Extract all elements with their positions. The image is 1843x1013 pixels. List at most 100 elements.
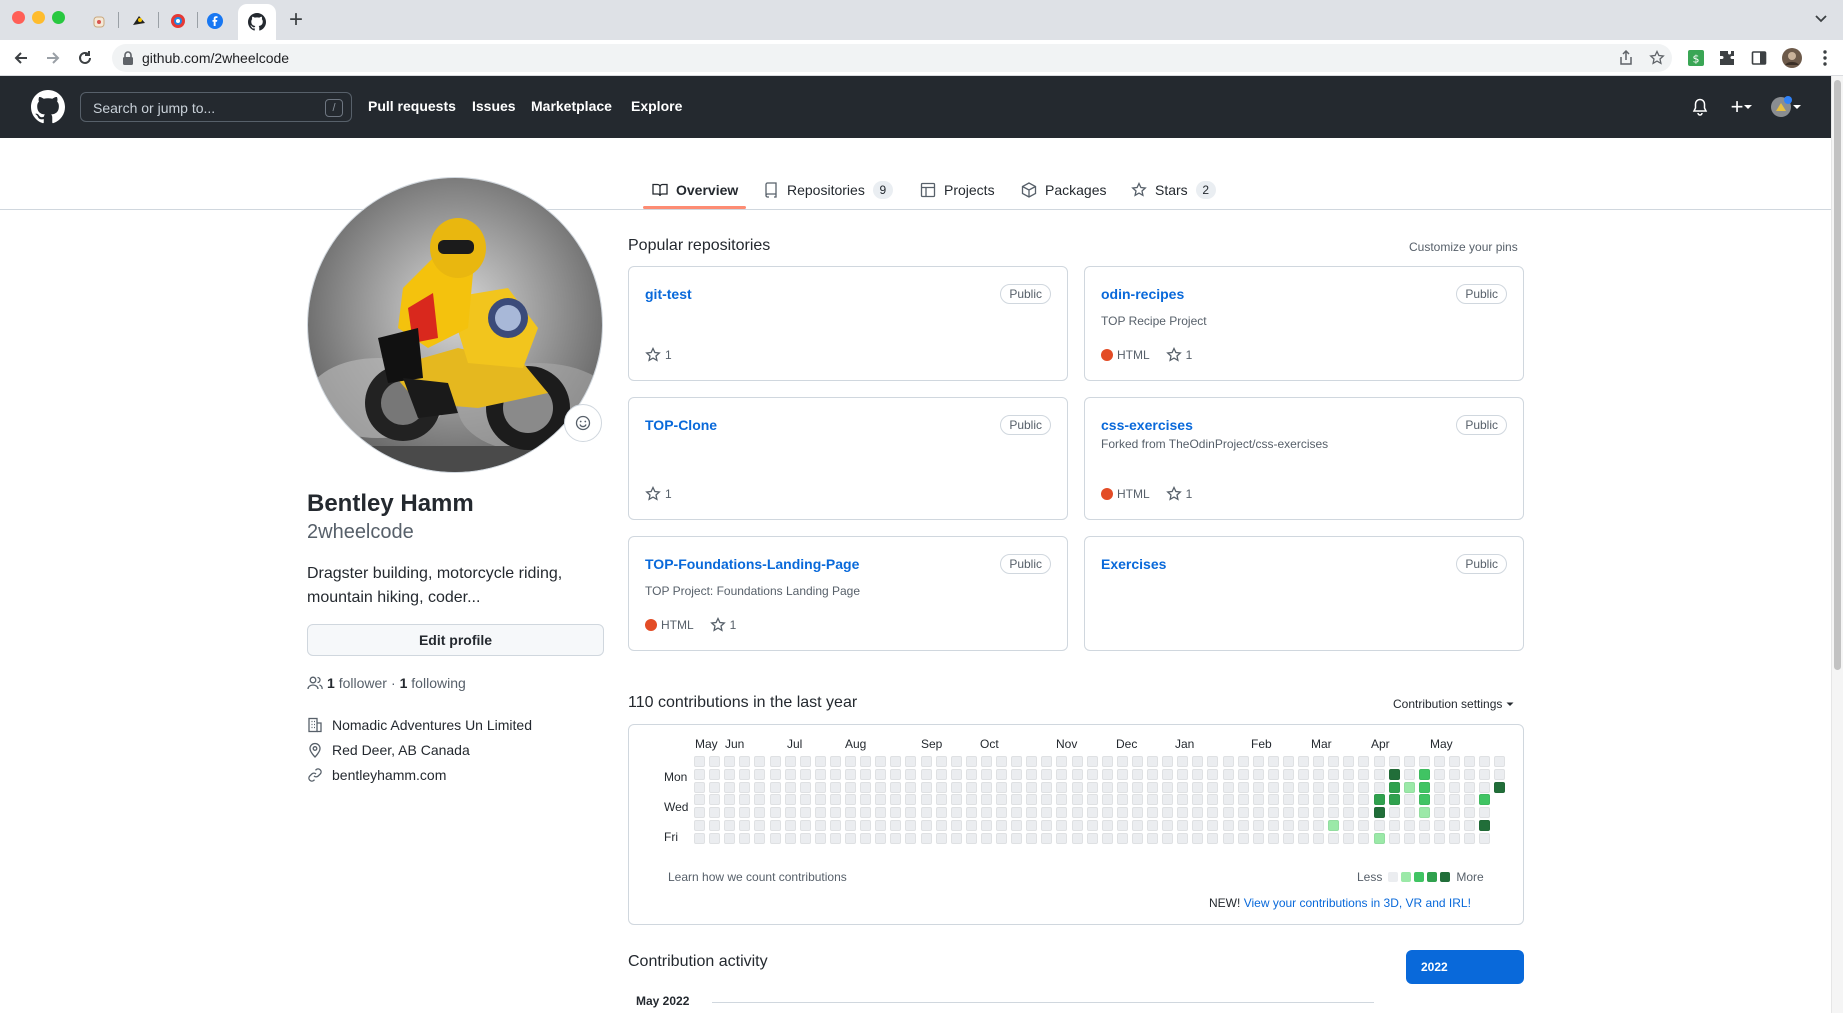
contribution-day-cell[interactable]: [1026, 833, 1037, 844]
contribution-day-cell[interactable]: [815, 769, 826, 780]
back-button[interactable]: [10, 47, 32, 69]
contribution-day-cell[interactable]: [845, 820, 856, 831]
contribution-day-cell[interactable]: [1072, 833, 1083, 844]
contribution-day-cell[interactable]: [1404, 807, 1415, 818]
contribution-day-cell[interactable]: [1449, 782, 1460, 793]
followers-link[interactable]: 1 follower: [327, 675, 387, 691]
contribution-day-cell[interactable]: [1298, 782, 1309, 793]
repo-name-link[interactable]: git-test: [645, 286, 692, 302]
contribution-day-cell[interactable]: [890, 794, 901, 805]
contribution-day-cell[interactable]: [1192, 833, 1203, 844]
contribution-day-cell[interactable]: [845, 794, 856, 805]
contribution-day-cell[interactable]: [1102, 807, 1113, 818]
contribution-day-cell[interactable]: [1162, 820, 1173, 831]
contribution-day-cell[interactable]: [1343, 794, 1354, 805]
contribution-day-cell[interactable]: [1102, 820, 1113, 831]
contribution-day-cell[interactable]: [1026, 782, 1037, 793]
contribution-day-cell[interactable]: [1087, 794, 1098, 805]
contribution-day-cell[interactable]: [1268, 769, 1279, 780]
contribution-day-cell[interactable]: [1026, 756, 1037, 767]
contribution-day-cell[interactable]: [1207, 794, 1218, 805]
contribution-day-cell[interactable]: [875, 782, 886, 793]
contribution-day-cell[interactable]: [996, 820, 1007, 831]
contribution-day-cell[interactable]: [966, 807, 977, 818]
contribution-day-cell[interactable]: [1358, 782, 1369, 793]
contribution-day-cell[interactable]: [1298, 807, 1309, 818]
minimize-window-button[interactable]: [32, 11, 45, 24]
contribution-day-cell[interactable]: [1358, 807, 1369, 818]
contribution-day-cell[interactable]: [1177, 807, 1188, 818]
contribution-day-cell[interactable]: [1162, 782, 1173, 793]
contribution-day-cell[interactable]: [936, 794, 947, 805]
contribution-day-cell[interactable]: [1494, 769, 1505, 780]
contribution-day-cell[interactable]: [1419, 782, 1430, 793]
contribution-day-cell[interactable]: [1026, 820, 1037, 831]
contribution-day-cell[interactable]: [1011, 769, 1022, 780]
contribution-day-cell[interactable]: [1449, 794, 1460, 805]
contribution-day-cell[interactable]: [981, 794, 992, 805]
contribution-day-cell[interactable]: [1117, 794, 1128, 805]
website-link[interactable]: bentleyhamm.com: [332, 767, 446, 783]
contribution-day-cell[interactable]: [921, 820, 932, 831]
contribution-day-cell[interactable]: [860, 820, 871, 831]
contribution-day-cell[interactable]: [1192, 820, 1203, 831]
new-tab-button[interactable]: +: [284, 8, 308, 32]
contribution-day-cell[interactable]: [1132, 769, 1143, 780]
contribution-day-cell[interactable]: [800, 769, 811, 780]
contribution-day-cell[interactable]: [1389, 782, 1400, 793]
contribution-day-cell[interactable]: [1374, 794, 1385, 805]
contribution-day-cell[interactable]: [830, 769, 841, 780]
customize-pins-link[interactable]: Customize your pins: [1409, 240, 1518, 254]
contribution-day-cell[interactable]: [1041, 769, 1052, 780]
profile-avatar[interactable]: [307, 177, 603, 473]
contribution-day-cell[interactable]: [1117, 833, 1128, 844]
contribution-day-cell[interactable]: [1087, 807, 1098, 818]
contribution-day-cell[interactable]: [694, 769, 705, 780]
repo-name-link[interactable]: odin-recipes: [1101, 286, 1184, 302]
contribution-day-cell[interactable]: [800, 782, 811, 793]
contribution-day-cell[interactable]: [845, 782, 856, 793]
contribution-day-cell[interactable]: [1328, 782, 1339, 793]
contribution-day-cell[interactable]: [800, 807, 811, 818]
contribution-day-cell[interactable]: [815, 794, 826, 805]
contribution-day-cell[interactable]: [1328, 833, 1339, 844]
contribution-day-cell[interactable]: [1343, 769, 1354, 780]
contribution-day-cell[interactable]: [1283, 782, 1294, 793]
contribution-day-cell[interactable]: [1464, 769, 1475, 780]
contribution-day-cell[interactable]: [1162, 769, 1173, 780]
contribution-day-cell[interactable]: [1223, 756, 1234, 767]
maximize-window-button[interactable]: [52, 11, 65, 24]
contribution-day-cell[interactable]: [1102, 794, 1113, 805]
contribution-day-cell[interactable]: [1072, 807, 1083, 818]
contribution-day-cell[interactable]: [1011, 756, 1022, 767]
contribution-day-cell[interactable]: [1147, 833, 1158, 844]
contribution-day-cell[interactable]: [936, 807, 947, 818]
contribution-day-cell[interactable]: [905, 782, 916, 793]
contribution-day-cell[interactable]: [1253, 756, 1264, 767]
github-logo-icon[interactable]: [31, 90, 65, 124]
contribution-day-cell[interactable]: [890, 820, 901, 831]
contribution-day-cell[interactable]: [1313, 833, 1324, 844]
tab-packages[interactable]: Packages: [1021, 172, 1106, 208]
tab-2[interactable]: [126, 8, 152, 34]
contribution-day-cell[interactable]: [739, 756, 750, 767]
contribution-day-cell[interactable]: [905, 833, 916, 844]
contribution-day-cell[interactable]: [1434, 756, 1445, 767]
contribution-day-cell[interactable]: [1147, 782, 1158, 793]
contribution-day-cell[interactable]: [1207, 782, 1218, 793]
contribution-day-cell[interactable]: [1132, 820, 1143, 831]
contribution-day-cell[interactable]: [1328, 769, 1339, 780]
contribution-day-cell[interactable]: [1162, 833, 1173, 844]
contribution-day-cell[interactable]: [875, 769, 886, 780]
contribution-day-cell[interactable]: [1162, 807, 1173, 818]
contribution-day-cell[interactable]: [1494, 782, 1505, 793]
contribution-day-cell[interactable]: [996, 807, 1007, 818]
contribution-day-cell[interactable]: [1207, 820, 1218, 831]
contribution-day-cell[interactable]: [694, 833, 705, 844]
contribution-day-cell[interactable]: [1011, 794, 1022, 805]
share-button[interactable]: [1616, 48, 1636, 68]
contribution-day-cell[interactable]: [921, 794, 932, 805]
contribution-day-cell[interactable]: [875, 807, 886, 818]
contribution-day-cell[interactable]: [981, 756, 992, 767]
contribution-day-cell[interactable]: [1283, 769, 1294, 780]
